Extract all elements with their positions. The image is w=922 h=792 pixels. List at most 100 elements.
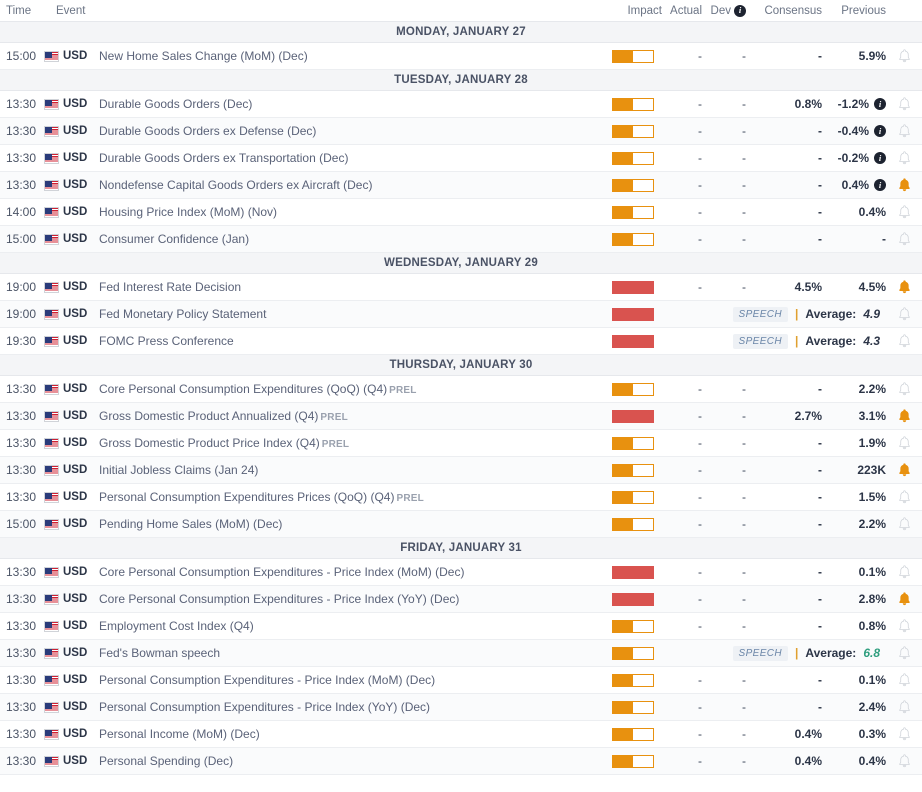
alert-toggle[interactable] (886, 151, 922, 165)
alert-toggle[interactable] (886, 409, 922, 423)
event-name[interactable]: Durable Goods Orders ex Transportation (… (93, 151, 602, 165)
event-name[interactable]: Fed Interest Rate Decision (93, 280, 602, 294)
event-name[interactable]: Consumer Confidence (Jan) (93, 232, 602, 246)
event-row[interactable]: 13:30 USD Personal Consumption Expenditure… (0, 667, 922, 694)
event-name[interactable]: Durable Goods Orders (Dec) (93, 97, 602, 111)
column-header-event[interactable]: Event (44, 5, 602, 17)
bell-icon[interactable] (898, 754, 911, 768)
event-name[interactable]: Initial Jobless Claims (Jan 24) (93, 463, 602, 477)
event-name[interactable]: Core Personal Consumption Expenditures -… (93, 565, 602, 579)
event-row[interactable]: 13:30 USD Core Personal Consumption Expend… (0, 376, 922, 403)
event-name[interactable]: Pending Home Sales (MoM) (Dec) (93, 517, 602, 531)
bell-icon[interactable] (898, 673, 911, 687)
event-name[interactable]: Core Personal Consumption Expenditures -… (93, 592, 602, 606)
event-row[interactable]: 15:00 USD New Home Sales Change (MoM) (Dec… (0, 43, 922, 70)
alert-toggle[interactable] (886, 490, 922, 504)
alert-toggle[interactable] (886, 517, 922, 531)
event-row[interactable]: 13:30 USD Gross Domestic Product Annualize… (0, 403, 922, 430)
bell-icon[interactable] (898, 565, 911, 579)
event-row[interactable]: 13:30 USD Durable Goods Orders ex Defense … (0, 118, 922, 145)
column-header-consensus[interactable]: Consensus (748, 5, 822, 17)
event-row[interactable]: 13:30 USD Employment Cost Index (Q4) - - - 0.8… (0, 613, 922, 640)
bell-icon[interactable] (898, 97, 911, 111)
alert-toggle[interactable] (886, 232, 922, 246)
info-icon[interactable]: i (874, 98, 886, 110)
bell-icon[interactable] (898, 436, 911, 450)
event-row[interactable]: 13:30 USD Initial Jobless Claims (Jan 24) -… (0, 457, 922, 484)
event-name[interactable]: Personal Consumption Expenditures - Pric… (93, 673, 602, 687)
alert-toggle[interactable] (886, 754, 922, 768)
bell-icon[interactable] (898, 646, 911, 660)
event-name[interactable]: Core Personal Consumption Expenditures (… (93, 382, 602, 396)
event-name[interactable]: Gross Domestic Product Price Index (Q4) P… (93, 436, 602, 450)
event-row[interactable]: 19:30 USD FOMC Press Conference SPEECH | Aver… (0, 328, 922, 355)
alert-toggle[interactable] (886, 673, 922, 687)
alert-toggle[interactable] (886, 700, 922, 714)
alert-toggle[interactable] (886, 463, 922, 477)
info-icon[interactable]: i (874, 179, 886, 191)
event-row[interactable]: 13:30 USD Core Personal Consumption Expend… (0, 586, 922, 613)
bell-icon[interactable] (898, 334, 911, 348)
event-row[interactable]: 19:00 USD Fed Interest Rate Decision - - 4.5%… (0, 274, 922, 301)
alert-toggle[interactable] (886, 307, 922, 321)
event-row[interactable]: 13:30 USD Fed's Bowman speech SPEECH | Averag… (0, 640, 922, 667)
column-header-dev[interactable]: Dev i (704, 4, 748, 17)
bell-icon[interactable] (898, 382, 911, 396)
bell-icon[interactable] (898, 124, 911, 138)
alert-toggle[interactable] (886, 205, 922, 219)
bell-icon-active[interactable] (898, 178, 911, 192)
alert-toggle[interactable] (886, 334, 922, 348)
bell-icon-active[interactable] (898, 592, 911, 606)
info-icon[interactable]: i (874, 125, 886, 137)
alert-toggle[interactable] (886, 727, 922, 741)
alert-toggle[interactable] (886, 97, 922, 111)
event-row[interactable]: 15:00 USD Pending Home Sales (MoM) (Dec) - -… (0, 511, 922, 538)
bell-icon[interactable] (898, 307, 911, 321)
event-name[interactable]: Personal Income (MoM) (Dec) (93, 727, 602, 741)
alert-toggle[interactable] (886, 619, 922, 633)
bell-icon[interactable] (898, 727, 911, 741)
event-name[interactable]: Personal Consumption Expenditures - Pric… (93, 700, 602, 714)
alert-toggle[interactable] (886, 592, 922, 606)
alert-toggle[interactable] (886, 565, 922, 579)
event-row[interactable]: 13:30 USD Personal Spending (Dec) - - 0.4% 0.4… (0, 748, 922, 775)
event-row[interactable]: 13:30 USD Personal Consumption Expenditure… (0, 694, 922, 721)
bell-icon[interactable] (898, 700, 911, 714)
column-header-previous[interactable]: Previous (822, 5, 886, 17)
alert-toggle[interactable] (886, 436, 922, 450)
event-name[interactable]: Employment Cost Index (Q4) (93, 619, 602, 633)
event-row[interactable]: 13:30 USD Core Personal Consumption Expend… (0, 559, 922, 586)
alert-toggle[interactable] (886, 646, 922, 660)
event-row[interactable]: 13:30 USD Personal Consumption Expenditure… (0, 484, 922, 511)
column-header-impact[interactable]: Impact (602, 5, 662, 17)
event-name[interactable]: Fed's Bowman speech (93, 646, 602, 660)
column-header-actual[interactable]: Actual (662, 5, 704, 17)
event-row[interactable]: 13:30 USD Durable Goods Orders (Dec) - - 0.8%… (0, 91, 922, 118)
event-name[interactable]: New Home Sales Change (MoM) (Dec) (93, 49, 602, 63)
event-row[interactable]: 19:00 USD Fed Monetary Policy Statement SPE… (0, 301, 922, 328)
event-row[interactable]: 13:30 USD Gross Domestic Product Price Ind… (0, 430, 922, 457)
bell-icon[interactable] (898, 517, 911, 531)
bell-icon[interactable] (898, 205, 911, 219)
event-row[interactable]: 13:30 USD Nondefense Capital Goods Orders … (0, 172, 922, 199)
event-row[interactable]: 13:30 USD Personal Income (MoM) (Dec) - - 0.4… (0, 721, 922, 748)
bell-icon-active[interactable] (898, 409, 911, 423)
alert-toggle[interactable] (886, 178, 922, 192)
bell-icon[interactable] (898, 490, 911, 504)
event-name[interactable]: Nondefense Capital Goods Orders ex Aircr… (93, 178, 602, 192)
alert-toggle[interactable] (886, 280, 922, 294)
info-icon[interactable]: i (874, 152, 886, 164)
event-name[interactable]: Personal Consumption Expenditures Prices… (93, 490, 602, 504)
event-name[interactable]: Gross Domestic Product Annualized (Q4) PR… (93, 409, 602, 423)
bell-icon-active[interactable] (898, 280, 911, 294)
alert-toggle[interactable] (886, 124, 922, 138)
event-row[interactable]: 14:00 USD Housing Price Index (MoM) (Nov) -… (0, 199, 922, 226)
event-name[interactable]: Fed Monetary Policy Statement (93, 307, 602, 321)
bell-icon-active[interactable] (898, 463, 911, 477)
column-header-time[interactable]: Time (0, 5, 44, 17)
event-name[interactable]: Durable Goods Orders ex Defense (Dec) (93, 124, 602, 138)
bell-icon[interactable] (898, 49, 911, 63)
info-icon[interactable]: i (734, 4, 746, 17)
event-row[interactable]: 15:00 USD Consumer Confidence (Jan) - - - - (0, 226, 922, 253)
alert-toggle[interactable] (886, 382, 922, 396)
